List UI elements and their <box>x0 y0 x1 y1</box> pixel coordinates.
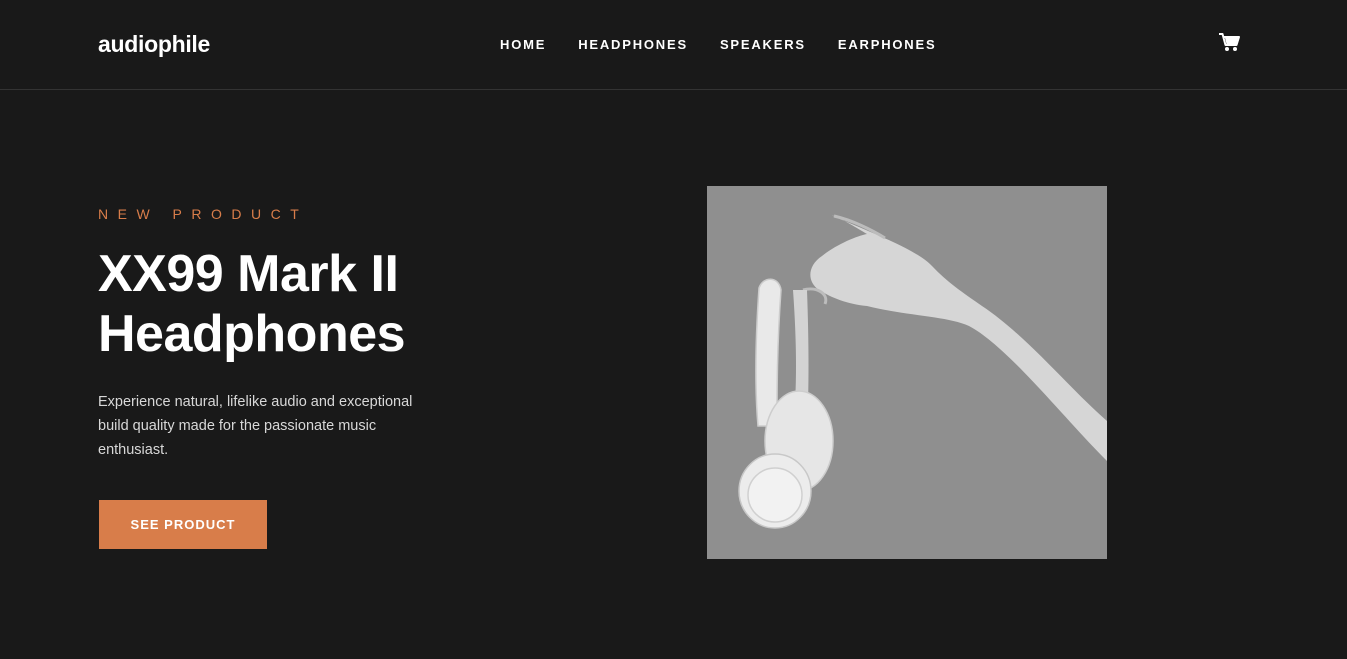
cart-button[interactable] <box>1218 32 1241 52</box>
hero-title-line1: XX99 Mark II <box>98 245 399 303</box>
hero-description: Experience natural, lifelike audio and e… <box>98 394 413 458</box>
hero-eyebrow: NEW PRODUCT <box>98 206 309 222</box>
main-nav: HOME HEADPHONES SPEAKERS EARPHONES <box>500 37 936 52</box>
hero-product-image <box>707 186 1107 559</box>
hero-title-line2: Headphones <box>98 305 406 363</box>
nav-earphones[interactable]: EARPHONES <box>838 37 937 52</box>
brand-logo[interactable]: audiophile <box>98 31 210 58</box>
hero-title: XX99 Mark II Headphones <box>98 244 518 364</box>
site-header: audiophile HOME HEADPHONES SPEAKERS EARP… <box>0 0 1347 90</box>
nav-speakers[interactable]: SPEAKERS <box>720 37 806 52</box>
cart-icon <box>1219 33 1240 51</box>
nav-home[interactable]: HOME <box>500 37 546 52</box>
see-product-button[interactable]: SEE PRODUCT <box>99 500 267 549</box>
nav-headphones[interactable]: HEADPHONES <box>578 37 688 52</box>
